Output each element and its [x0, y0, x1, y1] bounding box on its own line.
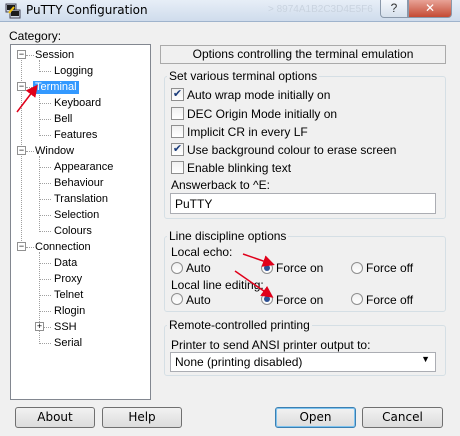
blinking-text-checkbox[interactable]: [171, 161, 184, 174]
line-discipline-title: Line discipline options: [167, 229, 289, 243]
title-bar: PuTTY Configuration > 8974A1B2C3D4E5F6 ?…: [0, 0, 460, 22]
background-colour-checkbox[interactable]: ✔: [171, 143, 184, 156]
tree-line: [39, 311, 51, 312]
tree-item-logging[interactable]: Logging: [54, 65, 93, 78]
dec-origin-checkbox[interactable]: [171, 107, 184, 120]
tree-item-colours[interactable]: Colours: [54, 225, 92, 238]
local-editing-force-off-radio[interactable]: [351, 293, 363, 305]
terminal-options-title: Set various terminal options: [167, 69, 320, 83]
local-echo-label: Local echo:: [171, 245, 233, 259]
help-button[interactable]: Help: [102, 407, 182, 428]
tree-line: [26, 247, 34, 248]
local-echo-auto-radio[interactable]: [171, 262, 183, 274]
tree-item-telnet[interactable]: Telnet: [54, 289, 83, 302]
implicit-cr-checkbox[interactable]: [171, 125, 184, 138]
local-echo-force-off-label: Force off: [366, 261, 414, 275]
local-editing-force-on-label: Force on: [276, 293, 324, 307]
tree-item-session[interactable]: Session: [35, 49, 74, 62]
tree-item-proxy[interactable]: Proxy: [54, 273, 82, 286]
tree-item-behaviour[interactable]: Behaviour: [54, 177, 104, 190]
tree-line: [39, 343, 51, 344]
local-echo-force-off-radio[interactable]: [351, 262, 363, 274]
tree-line: [39, 135, 51, 136]
collapse-icon[interactable]: −: [17, 50, 26, 59]
local-echo-force-on-radio[interactable]: [261, 262, 273, 274]
tree-line: [39, 167, 51, 168]
category-label: Category:: [9, 29, 62, 43]
putty-configuration-window: PuTTY Configuration > 8974A1B2C3D4E5F6 ?…: [0, 0, 460, 436]
implicit-cr-label: Implicit CR in every LF: [187, 125, 308, 139]
tree-item-keyboard[interactable]: Keyboard: [54, 97, 101, 110]
help-title-button[interactable]: ?: [380, 0, 408, 18]
cancel-button[interactable]: Cancel: [362, 407, 443, 428]
tree-line: [39, 263, 51, 264]
tree-item-translation[interactable]: Translation: [54, 193, 108, 206]
tree-item-serial[interactable]: Serial: [54, 337, 82, 350]
tree-line: [39, 183, 51, 184]
tree-line: [39, 92, 40, 136]
auto-wrap-checkbox[interactable]: ✔: [171, 88, 184, 101]
printer-label: Printer to send ANSI printer output to:: [171, 338, 371, 352]
dec-origin-label: DEC Origin Mode initially on: [187, 107, 338, 121]
tree-item-features[interactable]: Features: [54, 129, 97, 142]
tree-line: [26, 151, 34, 152]
tree-item-window[interactable]: Window: [35, 145, 74, 158]
collapse-icon[interactable]: −: [17, 146, 26, 155]
dropdown-arrow-icon: ▼: [421, 354, 430, 364]
open-button[interactable]: Open: [275, 407, 356, 428]
collapse-icon[interactable]: −: [17, 242, 26, 251]
tree-item-appearance[interactable]: Appearance: [54, 161, 113, 174]
tree-item-ssh[interactable]: SSH: [54, 321, 77, 334]
auto-wrap-label: Auto wrap mode initially on: [187, 88, 331, 102]
tree-line: [39, 103, 51, 104]
tree-item-terminal[interactable]: Terminal: [33, 81, 79, 94]
tree-line: [26, 55, 34, 56]
tree-item-rlogin[interactable]: Rlogin: [54, 305, 85, 318]
blinking-text-label: Enable blinking text: [187, 161, 292, 175]
about-button[interactable]: About: [15, 407, 95, 428]
category-tree[interactable]: − − − − + Session Logging Terminal Keybo…: [10, 44, 151, 400]
local-editing-force-off-label: Force off: [366, 293, 414, 307]
tree-item-connection[interactable]: Connection: [35, 241, 91, 254]
collapse-icon[interactable]: −: [17, 82, 26, 91]
tree-line: [44, 327, 51, 328]
local-editing-label: Local line editing:: [171, 278, 264, 292]
tree-line: [39, 231, 51, 232]
tree-line: [39, 279, 51, 280]
local-editing-auto-radio[interactable]: [171, 293, 183, 305]
background-colour-label: Use background colour to erase screen: [187, 143, 397, 157]
local-editing-force-on-radio[interactable]: [261, 293, 273, 305]
answerback-label: Answerback to ^E:: [171, 178, 271, 192]
tree-line: [39, 119, 51, 120]
background-window-text: > 8974A1B2C3D4E5F6: [268, 4, 373, 15]
answerback-input[interactable]: PuTTY: [170, 193, 436, 214]
tree-line: [39, 295, 51, 296]
tree-item-bell[interactable]: Bell: [54, 113, 72, 126]
panel-header: Options controlling the terminal emulati…: [160, 45, 446, 64]
tree-line: [39, 215, 51, 216]
close-button[interactable]: ✕: [408, 0, 452, 18]
tree-line: [39, 71, 51, 72]
putty-app-icon: [5, 3, 21, 19]
printer-select-value: None (printing disabled): [175, 355, 303, 369]
local-echo-auto-label: Auto: [186, 261, 211, 275]
expand-icon[interactable]: +: [35, 322, 44, 331]
tree-item-selection[interactable]: Selection: [54, 209, 99, 222]
tree-item-data[interactable]: Data: [54, 257, 77, 270]
printing-title: Remote-controlled printing: [167, 318, 312, 332]
local-echo-force-on-label: Force on: [276, 261, 324, 275]
local-editing-auto-label: Auto: [186, 293, 211, 307]
printer-select[interactable]: None (printing disabled) ▼: [170, 352, 436, 372]
window-title: PuTTY Configuration: [26, 3, 148, 17]
tree-line: [39, 199, 51, 200]
